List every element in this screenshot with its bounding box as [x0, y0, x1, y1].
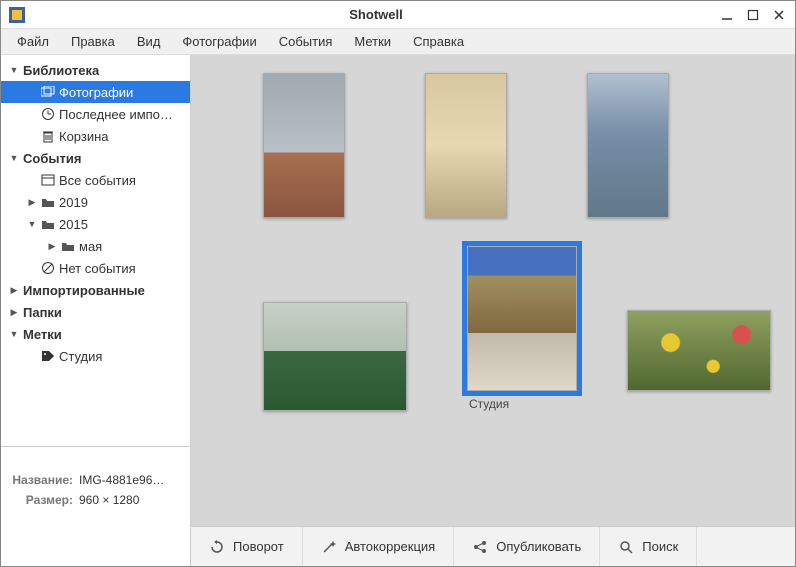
- title-bar: Shotwell: [1, 1, 795, 29]
- thumbnail-image: [263, 73, 345, 218]
- menu-tags[interactable]: Метки: [344, 31, 401, 52]
- wand-icon: [321, 539, 337, 555]
- app-icon: [9, 7, 25, 23]
- tree-trash[interactable]: Корзина: [1, 125, 190, 147]
- info-pane: Название: IMG-4881e96… Размер: 960 × 128…: [1, 446, 190, 566]
- chevron-down-icon: ▼: [25, 219, 39, 229]
- tree-imported[interactable]: ▶ Импортированные: [1, 279, 190, 301]
- enhance-label: Автокоррекция: [345, 539, 436, 554]
- bottom-toolbar: Поворот Автокоррекция Опубликовать Поиск: [191, 526, 795, 566]
- find-button[interactable]: Поиск: [600, 527, 697, 566]
- menu-view[interactable]: Вид: [127, 31, 171, 52]
- folder-icon: [59, 241, 77, 252]
- calendar-icon: [39, 174, 57, 186]
- tree-last-import[interactable]: Последнее импо…: [1, 103, 190, 125]
- menu-photos[interactable]: Фотографии: [172, 31, 266, 52]
- chevron-down-icon: ▼: [7, 329, 21, 339]
- window-controls: [719, 7, 787, 23]
- thumbnail-image: [627, 310, 771, 391]
- publish-button[interactable]: Опубликовать: [454, 527, 600, 566]
- tree-year-2019[interactable]: ▶ 2019: [1, 191, 190, 213]
- tree-events[interactable]: ▼ События: [1, 147, 190, 169]
- chevron-right-icon: ▶: [7, 285, 21, 296]
- close-button[interactable]: [771, 7, 787, 23]
- tree: ▼ Библиотека Фотографии Последнее импо…: [1, 55, 190, 446]
- thumbnail-2[interactable]: [425, 73, 507, 218]
- enhance-button[interactable]: Автокоррекция: [303, 527, 455, 566]
- menu-file[interactable]: Файл: [7, 31, 59, 52]
- find-label: Поиск: [642, 539, 678, 554]
- chevron-right-icon: ▶: [25, 197, 39, 208]
- sidebar: ▼ Библиотека Фотографии Последнее импо…: [1, 55, 191, 566]
- publish-icon: [472, 539, 488, 555]
- tree-all-events[interactable]: Все события: [1, 169, 190, 191]
- chevron-right-icon: ▶: [7, 307, 21, 318]
- tree-folders[interactable]: ▶ Папки: [1, 301, 190, 323]
- menu-help[interactable]: Справка: [403, 31, 474, 52]
- tag-icon: [39, 350, 57, 362]
- thumbnail-1[interactable]: [263, 73, 345, 218]
- thumbnail-3[interactable]: [587, 73, 669, 218]
- publish-label: Опубликовать: [496, 539, 581, 554]
- window-title: Shotwell: [33, 7, 719, 22]
- chevron-down-icon: ▼: [7, 153, 21, 163]
- clock-icon: [39, 107, 57, 121]
- no-event-icon: [39, 261, 57, 275]
- app-window: Shotwell Файл Правка Вид Фотографии Собы…: [0, 0, 796, 567]
- thumbnail-4[interactable]: [263, 302, 407, 411]
- thumbnail-image: [467, 246, 577, 391]
- thumbnail-image: [587, 73, 669, 218]
- tree-year-2015[interactable]: ▼ 2015: [1, 213, 190, 235]
- rotate-label: Поворот: [233, 539, 284, 554]
- info-name-value: IMG-4881e96…: [79, 473, 164, 487]
- menu-bar: Файл Правка Вид Фотографии События Метки…: [1, 29, 795, 55]
- info-size-value: 960 × 1280: [79, 493, 139, 507]
- thumbnail-caption: Студия: [467, 397, 509, 411]
- menu-edit[interactable]: Правка: [61, 31, 125, 52]
- thumbnail-grid[interactable]: Студия: [191, 55, 795, 526]
- trash-icon: [39, 129, 57, 143]
- rotate-icon: [209, 539, 225, 555]
- folder-icon: [39, 219, 57, 230]
- tree-month-may[interactable]: ▶ мая: [1, 235, 190, 257]
- info-size-label: Размер:: [9, 493, 79, 507]
- thumbnail-6[interactable]: [627, 310, 771, 391]
- photos-icon: [39, 86, 57, 98]
- rotate-button[interactable]: Поворот: [191, 527, 303, 566]
- chevron-right-icon: ▶: [45, 241, 59, 252]
- thumbnail-image: [263, 302, 407, 411]
- main-area: Студия Поворот Автокоррекция: [191, 55, 795, 566]
- tree-library[interactable]: ▼ Библиотека: [1, 59, 190, 81]
- info-name-label: Название:: [9, 473, 79, 487]
- thumbnail-image: [425, 73, 507, 218]
- maximize-button[interactable]: [745, 7, 761, 23]
- tree-no-event[interactable]: Нет события: [1, 257, 190, 279]
- tree-tags[interactable]: ▼ Метки: [1, 323, 190, 345]
- folder-icon: [39, 197, 57, 208]
- tree-photos[interactable]: Фотографии: [1, 81, 190, 103]
- body: ▼ Библиотека Фотографии Последнее импо…: [1, 55, 795, 566]
- minimize-button[interactable]: [719, 7, 735, 23]
- chevron-down-icon: ▼: [7, 65, 21, 75]
- tree-tag-studio[interactable]: Студия: [1, 345, 190, 367]
- menu-events[interactable]: События: [269, 31, 343, 52]
- thumbnail-5[interactable]: Студия: [467, 246, 577, 411]
- search-icon: [618, 539, 634, 555]
